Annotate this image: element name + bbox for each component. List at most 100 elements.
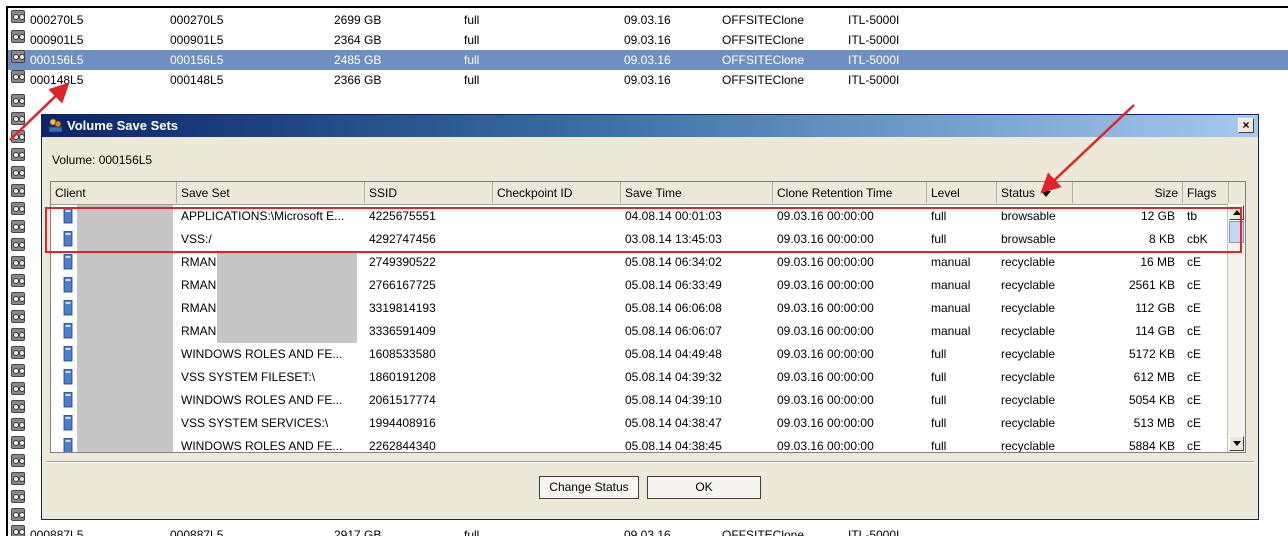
table-row[interactable]: VSS:/ 4292747456 03.08.14 13:45:03 09.03.16… [51, 228, 1229, 251]
redacted-client [77, 389, 173, 412]
table-cell-clone: 09.03.16 00:00:00 [777, 439, 874, 453]
table-row[interactable]: 000156L5 000156L5 2485 GB full 09.03.16 OFFSI… [8, 50, 1288, 70]
scroll-thumb[interactable] [1229, 221, 1244, 243]
table-cell-status: recyclable [1001, 347, 1056, 361]
tape-icon [11, 346, 25, 359]
column-header-client[interactable]: Client [51, 182, 177, 203]
table-cell-flags: cbK [1187, 232, 1208, 246]
table-row[interactable]: RMAN: 3319814193 05.08.14 06:06:08 09.03.16… [51, 297, 1229, 320]
column-header-flags[interactable]: Flags [1183, 182, 1229, 203]
tape-icon [11, 94, 25, 107]
column-header-level[interactable]: Level [927, 182, 997, 203]
table-row[interactable]: WINDOWS ROLES AND FE... 2061517774 05.08.1… [51, 389, 1229, 412]
table-cell-level: full [931, 439, 947, 453]
tape-icon [11, 525, 25, 536]
table-cell-saveset: WINDOWS ROLES AND FE... [181, 393, 343, 407]
table-cell-clone: 09.03.16 00:00:00 [777, 278, 874, 292]
table-cell-savetime: 05.08.14 04:39:10 [625, 393, 722, 407]
table-cell-size: 8 KB [1148, 232, 1175, 246]
redacted-save-set [217, 274, 357, 297]
client-icon [63, 346, 73, 362]
table-row[interactable]: WINDOWS ROLES AND FE... 2262844340 05.08.1… [51, 435, 1229, 453]
vertical-scrollbar[interactable] [1227, 204, 1245, 452]
table-row[interactable]: RMAN: 2766167725 05.08.14 06:33:49 09.03.16… [51, 274, 1229, 297]
table-cell-flags: cE [1187, 393, 1202, 407]
table-cell-level: full [931, 370, 947, 384]
client-icon [63, 323, 73, 339]
header-label: Status [1001, 186, 1036, 200]
table-cell-flags: cE [1187, 370, 1202, 384]
table-row[interactable]: VSS SYSTEM FILESET:\ 1860191208 05.08.14 0… [51, 366, 1229, 389]
tape-icon [11, 436, 25, 449]
table-cell-savetime: 05.08.14 06:06:08 [625, 301, 722, 315]
table-cell: OFFSITEClone [722, 73, 805, 87]
table-cell-ssid: 2749390522 [369, 255, 436, 269]
table-cell-size: 112 GB [1135, 301, 1175, 315]
table-cell: full [464, 33, 480, 47]
table-cell: 09.03.16 [624, 13, 671, 27]
table-cell-ssid: 2061517774 [369, 393, 436, 407]
table-cell: 000148L5 [30, 73, 84, 87]
tape-icon [11, 472, 25, 485]
table-row[interactable]: 000148L5 000148L5 2366 GB full 09.03.16 OFFSI… [8, 70, 1288, 90]
table-cell-saveset: APPLICATIONS:\Microsoft E... [181, 209, 345, 223]
redacted-client [77, 297, 173, 320]
table-cell: 000156L5 [170, 53, 224, 67]
client-icon [63, 369, 73, 385]
table-cell-ssid: 2262844340 [369, 439, 436, 453]
tape-icon [11, 400, 25, 413]
column-header-size[interactable]: Size [1073, 182, 1183, 203]
tape-icon [11, 454, 25, 467]
table-cell-level: manual [931, 278, 971, 292]
table-row[interactable]: RMAN: 2749390522 05.08.14 06:34:02 09.03.16… [51, 251, 1229, 274]
redacted-client [77, 274, 173, 297]
dialog-title-bar[interactable]: Volume Save Sets × [42, 115, 1258, 137]
table-cell-level: full [931, 347, 947, 361]
close-button[interactable]: × [1238, 118, 1254, 133]
table-cell-level: full [931, 416, 947, 430]
table-cell-level: full [931, 393, 947, 407]
column-header-save-time[interactable]: Save Time [621, 182, 773, 203]
redacted-client [77, 205, 173, 228]
column-header-save-set[interactable]: Save Set [177, 182, 365, 203]
table-cell: 000901L5 [170, 33, 224, 47]
tape-icon [11, 490, 25, 503]
table-row[interactable]: 000901L5 000901L5 2364 GB full 09.03.16 OFFSI… [8, 30, 1288, 50]
table-cell: 09.03.16 [624, 528, 671, 536]
tape-icon [11, 130, 25, 143]
table-cell-level: manual [931, 301, 971, 315]
table-row[interactable]: 000270L5 000270L5 2699 GB full 09.03.16 OFFSI… [8, 10, 1288, 30]
table-cell-status: recyclable [1001, 393, 1056, 407]
table-cell: 000270L5 [30, 13, 84, 27]
column-header-ssid[interactable]: SSID [365, 182, 493, 203]
ok-button[interactable]: OK [647, 476, 761, 499]
header-label: Level [931, 186, 960, 200]
scroll-up-button[interactable] [1229, 205, 1244, 220]
table-row[interactable]: 000887L5 000887L5 2917 GB full 09.03.16 OFFSI… [8, 525, 1288, 536]
client-icon [63, 208, 73, 224]
header-label: SSID [369, 186, 398, 200]
redacted-client [77, 366, 173, 389]
divider [46, 461, 1254, 463]
change-status-button[interactable]: Change Status [539, 476, 639, 499]
table-row[interactable]: WINDOWS ROLES AND FE... 1608533580 05.08.1… [51, 343, 1229, 366]
tape-icon [11, 238, 25, 251]
table-cell-savetime: 05.08.14 04:39:32 [625, 370, 722, 384]
table-row[interactable]: APPLICATIONS:\Microsoft E... 4225675551 04… [51, 205, 1229, 228]
table-row[interactable]: RMAN: 3336591409 05.08.14 06:06:07 09.03.16… [51, 320, 1229, 343]
volume-save-sets-dialog: Volume Save Sets × Volume: 000156L5 Clie… [41, 114, 1259, 520]
column-header-checkpoint-id[interactable]: Checkpoint ID [493, 182, 621, 203]
table-cell: 09.03.16 [624, 73, 671, 87]
table-cell-status: recyclable [1001, 255, 1056, 269]
column-header-status[interactable]: Status [997, 182, 1073, 203]
table-cell-size: 5884 KB [1128, 439, 1175, 453]
table-cell-savetime: 03.08.14 13:45:03 [625, 232, 722, 246]
table-cell: OFFSITEClone [722, 33, 805, 47]
column-header-clone-retention-time[interactable]: Clone Retention Time [773, 182, 927, 203]
table-cell: 2699 GB [334, 13, 382, 27]
tape-icon [11, 148, 25, 161]
scroll-down-button[interactable] [1229, 436, 1244, 451]
table-row[interactable]: VSS SYSTEM SERVICES:\ 1994408916 05.08.14 … [51, 412, 1229, 435]
table-cell-saveset: VSS SYSTEM SERVICES:\ [181, 416, 329, 430]
tape-icon [11, 310, 25, 323]
